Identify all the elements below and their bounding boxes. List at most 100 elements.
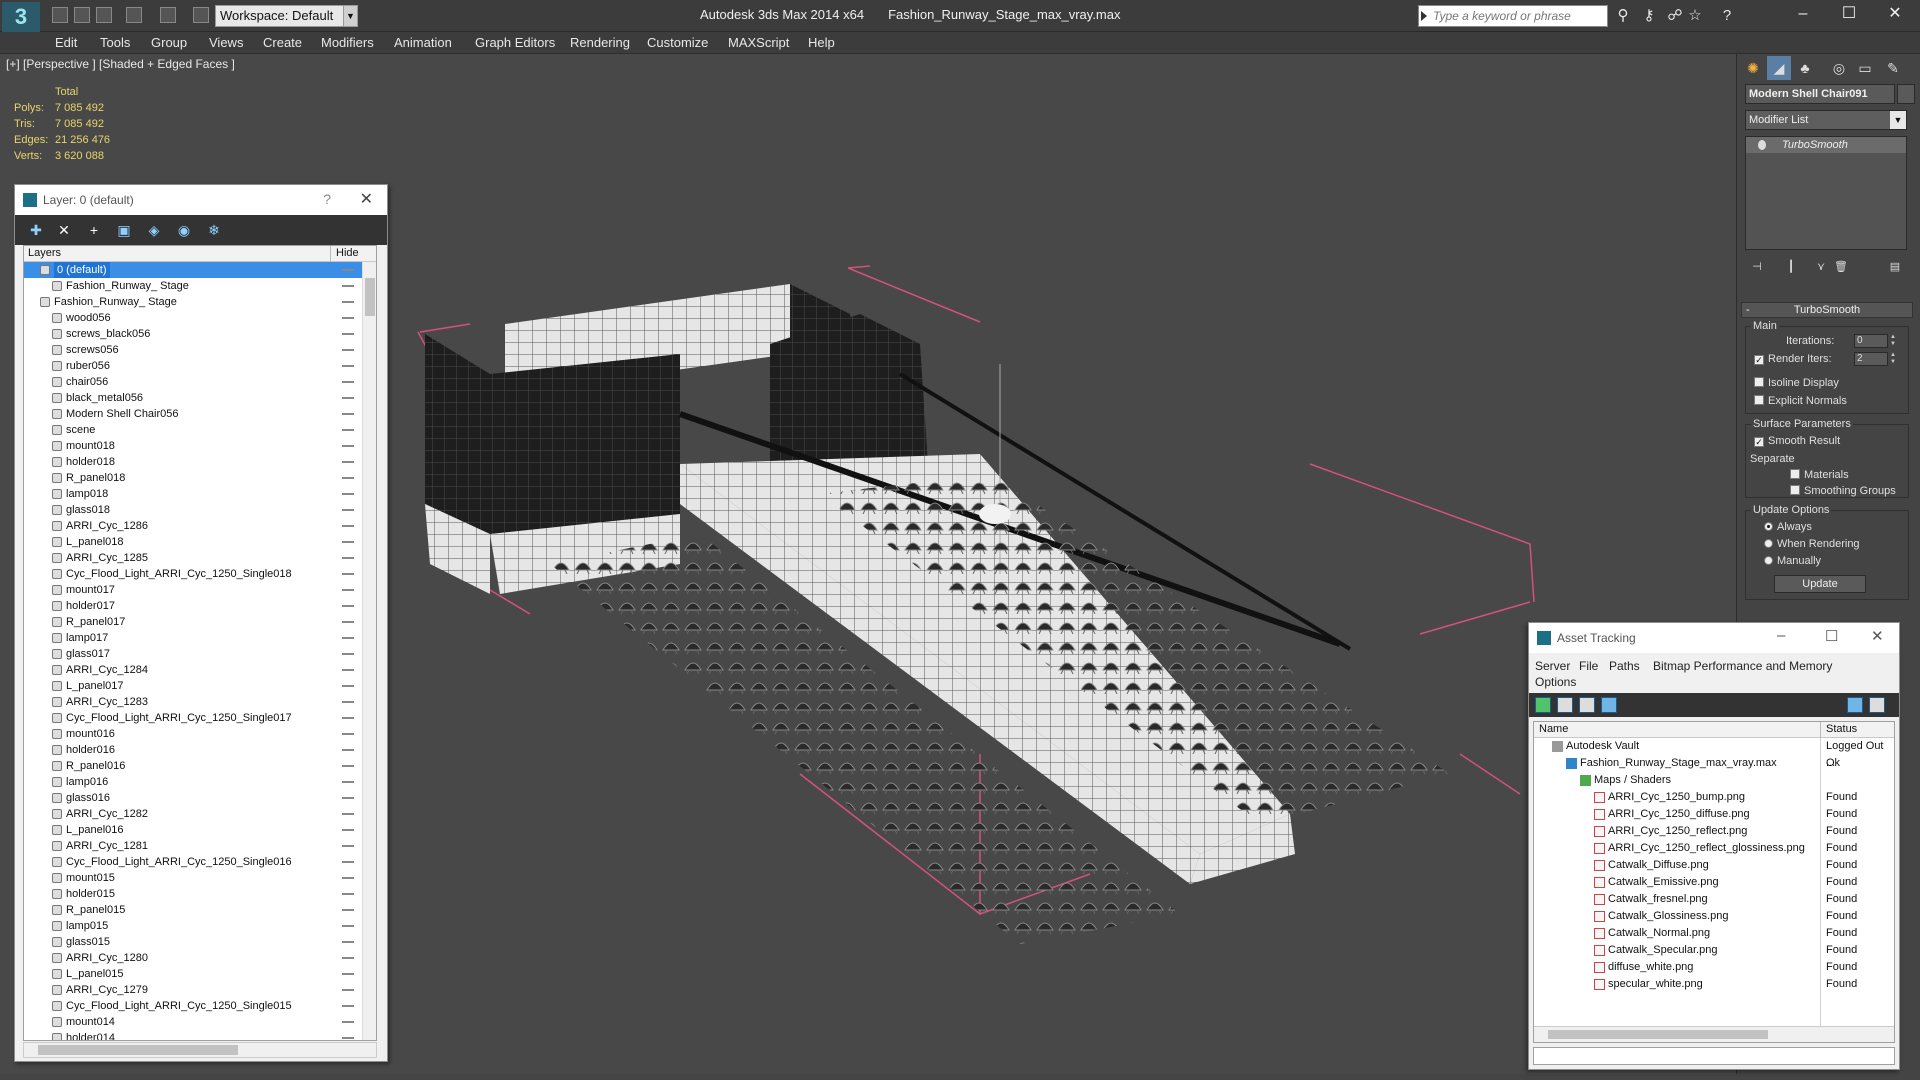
iterations-spinner[interactable]: 0 xyxy=(1854,334,1888,348)
pin-stack-icon[interactable]: ⊣ xyxy=(1747,258,1767,276)
hide-toggle[interactable] xyxy=(342,653,354,655)
hide-toggle[interactable] xyxy=(342,781,354,783)
asset-row[interactable]: diffuse_white.png Found xyxy=(1534,959,1894,976)
menu-maxscript[interactable]: MAXScript xyxy=(728,35,789,50)
menu-views[interactable]: Views xyxy=(209,35,243,50)
layer-row[interactable]: ARRI_Cyc_1283 xyxy=(24,694,364,710)
new-file-icon[interactable] xyxy=(52,7,68,23)
when-rendering-row[interactable]: When Rendering xyxy=(1764,538,1860,550)
menu-rendering[interactable]: Rendering xyxy=(570,35,630,50)
asset-row[interactable]: Catwalk_Diffuse.png Found xyxy=(1534,857,1894,874)
hide-toggle[interactable] xyxy=(342,317,354,319)
save-file-icon[interactable] xyxy=(96,7,112,23)
open-file-icon[interactable] xyxy=(74,7,90,23)
hide-toggle[interactable] xyxy=(342,685,354,687)
layer-row[interactable]: L_panel017 xyxy=(24,678,364,694)
hide-toggle[interactable] xyxy=(342,877,354,879)
layer-row[interactable]: holder016 xyxy=(24,742,364,758)
hide-toggle[interactable] xyxy=(342,989,354,991)
hide-toggle[interactable] xyxy=(342,845,354,847)
hide-toggle[interactable] xyxy=(342,893,354,895)
hide-toggle[interactable] xyxy=(342,637,354,639)
hide-toggle[interactable] xyxy=(342,269,354,271)
layer-row[interactable]: L_panel015 xyxy=(24,966,364,982)
asset-row[interactable]: ARRI_Cyc_1250_reflect.png Found xyxy=(1534,823,1894,840)
hide-toggle[interactable] xyxy=(342,589,354,591)
object-name-field[interactable]: Modern Shell Chair091 xyxy=(1745,84,1895,104)
manually-row[interactable]: Manually xyxy=(1764,555,1821,567)
layer-row[interactable]: Cyc_Flood_Light_ARRI_Cyc_1250_Single018 xyxy=(24,566,364,582)
asset-row[interactable]: ARRI_Cyc_1250_bump.png Found xyxy=(1534,789,1894,806)
highlight-layer-icon[interactable]: ◈ xyxy=(145,221,163,239)
checkbox-checked-icon[interactable]: ✓ xyxy=(1754,355,1764,365)
hide-toggle[interactable] xyxy=(342,477,354,479)
hide-toggle[interactable] xyxy=(342,701,354,703)
list-view-icon[interactable] xyxy=(1557,697,1573,713)
minimize-icon[interactable]: – xyxy=(1777,627,1785,644)
asset-row[interactable]: Catwalk_Emissive.png Found xyxy=(1534,874,1894,891)
layer-list[interactable]: Layers Hide 0 (default) Fashion_Runway_ S… xyxy=(23,245,377,1041)
hide-toggle[interactable] xyxy=(342,509,354,511)
layer-row[interactable]: wood056 xyxy=(24,310,364,326)
menu-options[interactable]: Options xyxy=(1535,675,1576,689)
undo-icon[interactable] xyxy=(126,7,142,23)
horizontal-scrollbar[interactable] xyxy=(23,1042,377,1058)
binoculars-icon[interactable]: ⚲ xyxy=(1614,7,1632,25)
menu-group[interactable]: Group xyxy=(151,35,187,50)
hide-toggle[interactable] xyxy=(342,381,354,383)
layer-row[interactable]: mount014 xyxy=(24,1014,364,1030)
layer-row[interactable]: glass016 xyxy=(24,790,364,806)
hide-toggle[interactable] xyxy=(342,941,354,943)
hide-toggle[interactable] xyxy=(342,861,354,863)
close-icon[interactable]: ✕ xyxy=(1871,627,1884,645)
hide-toggle[interactable] xyxy=(342,365,354,367)
smooth-result-row[interactable]: ✓ Smooth Result xyxy=(1754,435,1840,447)
lightbulb-icon[interactable] xyxy=(1758,140,1766,150)
signin-icon[interactable]: ☍ xyxy=(1666,7,1684,25)
asset-table[interactable]: Name Status Autodesk Vault Logged Out ...… xyxy=(1533,721,1895,1043)
layer-dialog-titlebar[interactable]: Layer: 0 (default) ? ✕ xyxy=(15,185,387,215)
menu-help[interactable]: Help xyxy=(808,35,835,50)
checkbox-icon[interactable] xyxy=(1754,395,1764,405)
close-icon[interactable]: ✕ xyxy=(360,189,373,209)
always-row[interactable]: Always xyxy=(1764,521,1812,533)
asset-row[interactable]: Autodesk Vault Logged Out ... xyxy=(1534,738,1894,769)
layer-row[interactable]: glass017 xyxy=(24,646,364,662)
update-button[interactable]: Update xyxy=(1774,575,1866,593)
layer-row[interactable]: Cyc_Flood_Light_ARRI_Cyc_1250_Single015 xyxy=(24,998,364,1014)
hide-toggle[interactable] xyxy=(342,909,354,911)
layer-row[interactable]: holder014 xyxy=(24,1030,364,1040)
utilities-tab-icon[interactable]: ✎ xyxy=(1881,56,1905,80)
configure-sets-icon[interactable]: ▤ xyxy=(1885,258,1905,276)
name-column-header[interactable]: Name xyxy=(1539,723,1568,735)
layer-row[interactable]: lamp016 xyxy=(24,774,364,790)
layer-row[interactable]: Fashion_Runway_ Stage xyxy=(24,278,364,294)
close-button[interactable]: ✕ xyxy=(1872,0,1918,30)
asset-row[interactable]: Catwalk_Normal.png Found xyxy=(1534,925,1894,942)
asset-row[interactable]: Catwalk_fresnel.png Found xyxy=(1534,891,1894,908)
hide-toggle[interactable] xyxy=(342,573,354,575)
hide-all-icon[interactable]: ◉ xyxy=(175,221,193,239)
redo-icon[interactable] xyxy=(160,7,176,23)
help-icon[interactable]: ? xyxy=(1718,7,1736,25)
workspace-dropdown[interactable]: Workspace: Default ▼ xyxy=(215,5,358,27)
hide-toggle[interactable] xyxy=(342,493,354,495)
minimize-button[interactable]: – xyxy=(1780,0,1826,30)
remove-modifier-icon[interactable]: 🗑 xyxy=(1831,258,1851,276)
asset-row[interactable]: Catwalk_Glossiness.png Found xyxy=(1534,908,1894,925)
layer-row[interactable]: screws056 xyxy=(24,342,364,358)
layer-row[interactable]: lamp018 xyxy=(24,486,364,502)
star-icon[interactable]: ☆ xyxy=(1686,7,1704,25)
viewport-label[interactable]: [+] [Perspective ] [Shaded + Edged Faces… xyxy=(6,57,235,71)
radio-icon[interactable] xyxy=(1764,556,1773,565)
layer-row[interactable]: R_panel015 xyxy=(24,902,364,918)
hide-toggle[interactable] xyxy=(342,813,354,815)
radio-selected-icon[interactable] xyxy=(1764,522,1773,531)
menu-graph-editors[interactable]: Graph Editors xyxy=(475,35,555,50)
layer-row[interactable]: ARRI_Cyc_1285 xyxy=(24,550,364,566)
hide-toggle[interactable] xyxy=(342,957,354,959)
motion-tab-icon[interactable]: ◎ xyxy=(1827,56,1851,80)
menu-server[interactable]: Server xyxy=(1535,659,1570,673)
hide-toggle[interactable] xyxy=(342,333,354,335)
search-input[interactable]: Type a keyword or phrase xyxy=(1418,5,1608,27)
